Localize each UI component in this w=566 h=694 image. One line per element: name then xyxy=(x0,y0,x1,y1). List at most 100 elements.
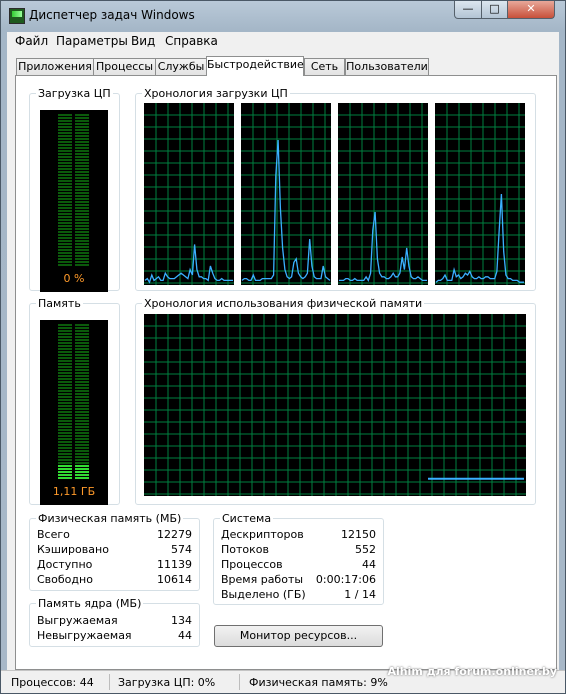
meter-segment xyxy=(75,114,89,116)
tab-services[interactable]: Службы xyxy=(155,58,207,75)
meter-segment xyxy=(58,195,72,197)
menu-help[interactable]: Справка xyxy=(165,34,218,48)
title-bar[interactable]: Диспетчер задач Windows — □ ✕ xyxy=(1,1,565,31)
meter-segment xyxy=(75,216,89,218)
meter-segment xyxy=(58,405,72,407)
meter-segment xyxy=(75,408,89,410)
stat-value: 1 / 14 xyxy=(344,588,376,601)
tab-performance[interactable]: Быстродействие xyxy=(206,56,304,76)
status-cpu: Загрузка ЦП: 0% xyxy=(118,676,216,689)
meter-segment xyxy=(75,165,89,167)
meter-segment xyxy=(58,252,72,254)
menu-view[interactable]: Вид xyxy=(131,34,155,48)
stat-value: 552 xyxy=(355,543,376,556)
meter-segment xyxy=(58,342,72,344)
meter-segment xyxy=(75,387,89,389)
stat-row: Дескрипторов 12150 xyxy=(221,528,376,543)
meter-segment xyxy=(75,213,89,215)
meter-segment xyxy=(58,357,72,359)
meter-segment xyxy=(75,354,89,356)
meter-segment xyxy=(58,435,72,437)
close-button[interactable]: ✕ xyxy=(507,1,555,19)
meter-segment xyxy=(58,363,72,365)
meter-segment xyxy=(58,375,72,377)
cpu-meter-bars xyxy=(58,114,89,266)
menu-options[interactable]: Параметры xyxy=(56,34,128,48)
meter-segment xyxy=(75,132,89,134)
meter-segment xyxy=(75,192,89,194)
meter-segment xyxy=(58,213,72,215)
meter-segment xyxy=(58,258,72,260)
meter-segment xyxy=(58,426,72,428)
meter-segment xyxy=(75,444,89,446)
usage-line xyxy=(144,244,233,284)
meter-segment xyxy=(58,246,72,248)
system-title: Система xyxy=(222,512,272,525)
meter-segment xyxy=(75,324,89,326)
tab-users[interactable]: Пользователи xyxy=(345,58,429,75)
meter-segment xyxy=(75,345,89,347)
stat-label: Потоков xyxy=(221,543,269,556)
tab-processes[interactable]: Процессы xyxy=(93,58,156,75)
meter-segment xyxy=(58,420,72,422)
physical-memory-stats: Всего 12279 Кэшировано 574 Доступно 11139 С… xyxy=(29,528,200,590)
meter-segment xyxy=(58,126,72,128)
meter-segment xyxy=(75,450,89,452)
status-memory: Физическая память: 9% xyxy=(249,676,388,689)
meter-segment xyxy=(75,447,89,449)
memory-history-title: Хронология использования физической памя… xyxy=(144,297,423,310)
meter-segment xyxy=(75,258,89,260)
meter-segment xyxy=(75,240,89,242)
meter-segment xyxy=(58,330,72,332)
minimize-button[interactable]: — xyxy=(454,1,482,19)
meter-segment xyxy=(58,249,72,251)
physical-memory-title: Физическая память (МБ) xyxy=(38,512,182,525)
menu-file[interactable]: Файл xyxy=(15,34,48,48)
meter-segment xyxy=(58,243,72,245)
meter-segment xyxy=(58,225,72,227)
meter-segment xyxy=(75,420,89,422)
meter-segment xyxy=(75,375,89,377)
meter-segment xyxy=(75,432,89,434)
meter-segment xyxy=(75,453,89,455)
meter-segment xyxy=(58,222,72,224)
meter-segment xyxy=(58,186,72,188)
meter-segment xyxy=(58,399,72,401)
meter-segment xyxy=(75,234,89,236)
meter-segment xyxy=(58,468,72,470)
meter-segment xyxy=(75,117,89,119)
meter-segment xyxy=(75,477,89,479)
meter-segment xyxy=(58,336,72,338)
meter-segment xyxy=(75,228,89,230)
tab-network[interactable]: Сеть xyxy=(304,58,345,75)
meter-segment xyxy=(75,189,89,191)
tab-applications[interactable]: Приложения xyxy=(16,58,94,75)
meter-segment xyxy=(75,162,89,164)
resource-monitor-button[interactable]: Монитор ресурсов... xyxy=(214,625,383,647)
meter-segment xyxy=(58,228,72,230)
meter-segment xyxy=(75,255,89,257)
meter-segment xyxy=(75,411,89,413)
maximize-button[interactable]: □ xyxy=(481,1,508,19)
meter-segment xyxy=(75,147,89,149)
meter-segment xyxy=(75,174,89,176)
meter-segment xyxy=(75,339,89,341)
meter-segment xyxy=(58,369,72,371)
meter-segment xyxy=(75,402,89,404)
meter-segment xyxy=(58,240,72,242)
meter-segment xyxy=(75,465,89,467)
meter-segment xyxy=(75,225,89,227)
stat-row: Всего 12279 xyxy=(37,528,192,543)
stat-value: 574 xyxy=(171,543,192,556)
meter-segment xyxy=(75,177,89,179)
cpu-core-3-chart xyxy=(338,103,428,285)
meter-segment xyxy=(58,345,72,347)
meter-segment xyxy=(58,216,72,218)
memory-usage-value: 1,11 ГБ xyxy=(52,485,96,498)
meter-segment xyxy=(58,201,72,203)
stat-value: 12279 xyxy=(157,528,192,541)
meter-segment xyxy=(58,354,72,356)
meter-segment xyxy=(58,456,72,458)
meter-segment xyxy=(58,192,72,194)
meter-segment xyxy=(75,468,89,470)
